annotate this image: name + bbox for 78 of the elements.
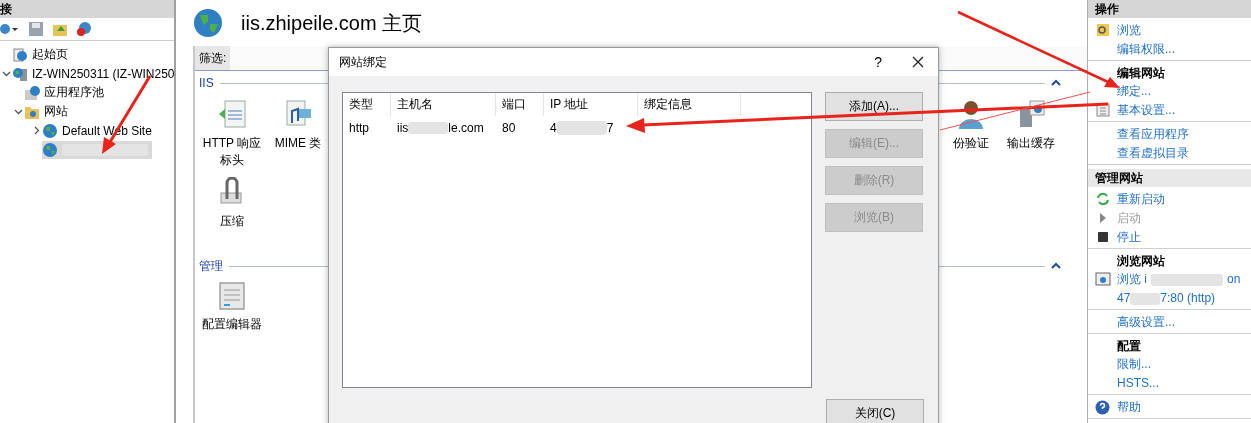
- group-title: 管理: [199, 257, 223, 275]
- music-document-icon[interactable]: [283, 99, 313, 129]
- feature-label[interactable]: HTTP 响应标头: [199, 135, 265, 169]
- table-cell: le.com: [448, 120, 484, 135]
- person-icon[interactable]: [957, 99, 985, 129]
- action-link[interactable]: 47: [1117, 289, 1131, 308]
- action-link[interactable]: HSTS...: [1117, 374, 1159, 393]
- column-header[interactable]: 绑定信息: [638, 93, 741, 116]
- table-cell-text: http: [348, 120, 370, 135]
- tree-item[interactable]: 应用程序池: [24, 83, 108, 102]
- redaction-block: [1151, 273, 1223, 286]
- magnifier-icon[interactable]: [1095, 23, 1110, 37]
- help-icon[interactable]: [1095, 400, 1110, 415]
- close-button[interactable]: 关闭(C): [826, 399, 924, 423]
- table-cell-text: 80: [501, 120, 517, 135]
- feature-label[interactable]: 压缩: [220, 213, 244, 230]
- feature-label[interactable]: 输出缓存: [1007, 135, 1055, 152]
- section-heading: 浏览网站: [1116, 253, 1166, 270]
- close-icon[interactable]: [912, 56, 924, 68]
- table-cell: iis: [397, 120, 409, 135]
- help-button[interactable]: ?: [874, 54, 882, 70]
- disconnect-icon[interactable]: [76, 21, 92, 37]
- globe-icon: [193, 8, 223, 38]
- feature-label[interactable]: 配置编辑器: [202, 316, 262, 333]
- action-link[interactable]: 编辑权限...: [1117, 40, 1175, 59]
- page-title: iis.zhipeile.com 主页: [241, 10, 423, 36]
- feature-label[interactable]: 份验证: [953, 135, 989, 152]
- panel-title: 接: [0, 0, 174, 18]
- dialog-title: 网站绑定: [339, 53, 388, 71]
- globe-icon: [42, 141, 58, 158]
- redaction-block: [556, 120, 607, 135]
- action-link[interactable]: 查看虚拟目录: [1117, 144, 1189, 163]
- table-cell: 7: [606, 120, 614, 135]
- group-title: IIS: [199, 76, 214, 90]
- globe-icon: [42, 122, 58, 139]
- action-link[interactable]: 查看应用程序: [1117, 125, 1189, 144]
- dialog-button[interactable]: 添加(A)...: [825, 92, 923, 121]
- pane-title: 操作: [1088, 0, 1251, 18]
- tree-item[interactable]: 网站: [24, 102, 72, 121]
- redaction-block: [408, 121, 449, 134]
- action-link[interactable]: 高级设置...: [1117, 313, 1175, 332]
- collapse-caret-icon[interactable]: [1051, 262, 1061, 270]
- action-link[interactable]: 基本设置...: [1117, 101, 1175, 120]
- globe-page-icon: [12, 46, 28, 63]
- save-icon[interactable]: [28, 21, 44, 37]
- action-link[interactable]: 7:80 (http): [1160, 289, 1216, 308]
- column-header[interactable]: 端口: [496, 93, 544, 116]
- restart-icon[interactable]: [1095, 192, 1110, 206]
- connect-icon[interactable]: [0, 21, 20, 37]
- action-link[interactable]: 浏览 i: [1117, 270, 1147, 289]
- chevron-icon[interactable]: [13, 107, 23, 116]
- section-heading: 配置: [1116, 338, 1142, 355]
- redaction-block: [1130, 292, 1161, 305]
- action-link[interactable]: 停止: [1117, 228, 1141, 247]
- pane-title: 管理网站: [1088, 169, 1251, 187]
- action-link[interactable]: 重新启动: [1117, 190, 1165, 209]
- browser-window-icon[interactable]: [1094, 272, 1111, 286]
- chevron-icon[interactable]: [1, 69, 11, 78]
- document-arrow-icon[interactable]: [217, 99, 247, 129]
- action-link[interactable]: on: [1227, 270, 1241, 289]
- column-header[interactable]: 类型: [343, 93, 391, 116]
- action-link[interactable]: 浏览: [1117, 21, 1141, 40]
- column-header[interactable]: IP 地址: [544, 93, 638, 116]
- column-header[interactable]: 主机名: [391, 93, 496, 116]
- stop-icon[interactable]: [1095, 230, 1110, 244]
- section-heading: 编辑网站: [1116, 65, 1166, 82]
- table-cell: 4: [550, 120, 557, 135]
- tree-item[interactable]: [42, 140, 152, 159]
- tree-item[interactable]: 起始页: [12, 45, 72, 64]
- server-globe-icon: [12, 65, 28, 82]
- collapse-caret-icon[interactable]: [1051, 79, 1061, 87]
- feature-label[interactable]: MIME 类: [274, 135, 322, 152]
- action-link[interactable]: 帮助: [1117, 398, 1141, 417]
- window-globe-icon: [24, 84, 40, 101]
- filter-label: 筛选:: [195, 46, 231, 70]
- tree-item[interactable]: IZ-WIN250311 (IZ-WIN250: [12, 64, 179, 83]
- action-link[interactable]: 绑定...: [1117, 82, 1151, 101]
- action-link[interactable]: 限制...: [1117, 355, 1151, 374]
